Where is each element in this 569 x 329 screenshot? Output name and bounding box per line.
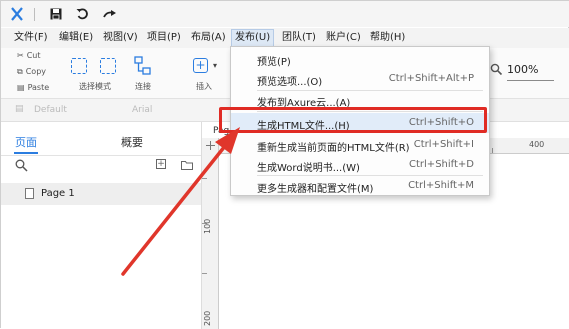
- connect-label: 连接: [135, 82, 151, 91]
- style-icon: ▤: [15, 104, 24, 114]
- add-page-icon[interactable]: +: [156, 159, 166, 169]
- menu-item-label: 生成Word说明书...(W): [257, 163, 360, 174]
- app-window: 文件(F) 编辑(E) 视图(V) 项目(P) 布局(A) 发布(U) 团队(T…: [0, 0, 569, 329]
- cut-button[interactable]: ✂ Cut: [14, 51, 41, 60]
- menu-bar: 文件(F) 编辑(E) 视图(V) 项目(P) 布局(A) 发布(U) 团队(T…: [1, 28, 569, 48]
- zoom-search-icon: [490, 63, 503, 79]
- menu-item-preview[interactable]: 预览(P): [231, 49, 489, 69]
- ruler-left-label-200: 200: [203, 310, 212, 326]
- ruler-tick: [202, 273, 207, 274]
- insert-dropdown-icon[interactable]: ▾: [213, 61, 217, 70]
- left-panel: 页面 概要 + Page 1: [1, 122, 202, 329]
- menu-item-shortcut: Ctrl+Shift+D: [409, 159, 474, 170]
- font-select[interactable]: Arial: [132, 105, 152, 115]
- menu-help[interactable]: 帮助(H): [367, 30, 408, 46]
- axure-logo-icon: [9, 5, 25, 23]
- paste-label: Paste: [27, 83, 50, 92]
- insert-plus-icon[interactable]: +: [193, 58, 208, 73]
- menu-item-label: 预览选项...(O): [257, 77, 323, 88]
- select-mode-icon[interactable]: [71, 58, 87, 74]
- page-item-label: Page 1: [41, 188, 75, 199]
- menu-edit[interactable]: 编辑(E): [56, 30, 96, 46]
- undo-icon[interactable]: [74, 5, 90, 23]
- search-icon[interactable]: [15, 159, 28, 175]
- style-select[interactable]: Default: [34, 105, 67, 115]
- panel-divider: [1, 155, 201, 156]
- scissors-icon: ✂: [17, 51, 24, 60]
- tab-pages-underline: [14, 152, 38, 154]
- page-icon: [25, 188, 34, 199]
- title-separator: [34, 8, 35, 21]
- menu-item-generate-word[interactable]: 生成Word说明书...(W) Ctrl+Shift+D: [231, 155, 489, 175]
- title-bar: [1, 1, 569, 27]
- copy-icon: ⧉: [17, 67, 23, 76]
- ruler-left: 100 200: [202, 138, 219, 329]
- tab-overview[interactable]: 概要: [121, 134, 143, 150]
- menu-publish[interactable]: 发布(U): [231, 29, 275, 47]
- menu-layout[interactable]: 布局(A): [188, 30, 229, 46]
- paste-button[interactable]: ▤ Paste: [14, 83, 49, 92]
- connect-icon[interactable]: [134, 56, 152, 79]
- menu-item-shortcut: Ctrl+Shift+Alt+P: [388, 73, 474, 84]
- select-contained-icon[interactable]: [100, 58, 116, 74]
- cut-label: Cut: [26, 51, 41, 60]
- menu-item-label: 预览(P): [257, 57, 291, 68]
- menu-item-regenerate-html[interactable]: 重新生成当前页面的HTML文件(R) Ctrl+Shift+I: [231, 135, 489, 155]
- menu-item-more-generators[interactable]: 更多生成器和配置文件(M) Ctrl+Shift+M: [231, 176, 489, 196]
- insert-label: 插入: [196, 82, 212, 91]
- redo-icon[interactable]: [101, 5, 119, 23]
- menu-project[interactable]: 项目(P): [144, 30, 184, 46]
- paste-icon: ▤: [17, 83, 25, 92]
- menu-account[interactable]: 账户(C): [323, 30, 364, 46]
- add-folder-icon[interactable]: [181, 160, 193, 173]
- menu-item-shortcut: Ctrl+Shift+M: [408, 180, 474, 191]
- save-icon[interactable]: [48, 5, 64, 23]
- zoom-underline: [507, 80, 554, 81]
- zoom-input[interactable]: 100%: [507, 63, 555, 77]
- ruler-top-label: 400: [529, 140, 545, 149]
- menu-file[interactable]: 文件(F): [11, 30, 51, 46]
- page-list-item[interactable]: Page 1: [1, 183, 201, 205]
- ruler-tick: [492, 148, 493, 153]
- menu-item-label: 更多生成器和配置文件(M): [257, 184, 374, 195]
- menu-item-shortcut: Ctrl+Shift+I: [413, 139, 474, 150]
- ruler-origin-icon: [206, 141, 215, 150]
- select-mode-label: 选择模式: [79, 82, 111, 91]
- menu-item-preview-options[interactable]: 预览选项...(O) Ctrl+Shift+Alt+P: [231, 69, 489, 89]
- ruler-tick: [202, 178, 207, 179]
- menu-view[interactable]: 视图(V): [100, 30, 141, 46]
- tab-pages[interactable]: 页面: [15, 134, 37, 150]
- menu-item-label: 重新生成当前页面的HTML文件(R): [257, 143, 410, 154]
- ruler-left-label-100: 100: [203, 218, 212, 234]
- menu-team[interactable]: 团队(T): [279, 30, 319, 46]
- highlight-box: [219, 107, 487, 133]
- copy-button[interactable]: ⧉ Copy: [14, 67, 46, 77]
- copy-label: Copy: [25, 67, 47, 76]
